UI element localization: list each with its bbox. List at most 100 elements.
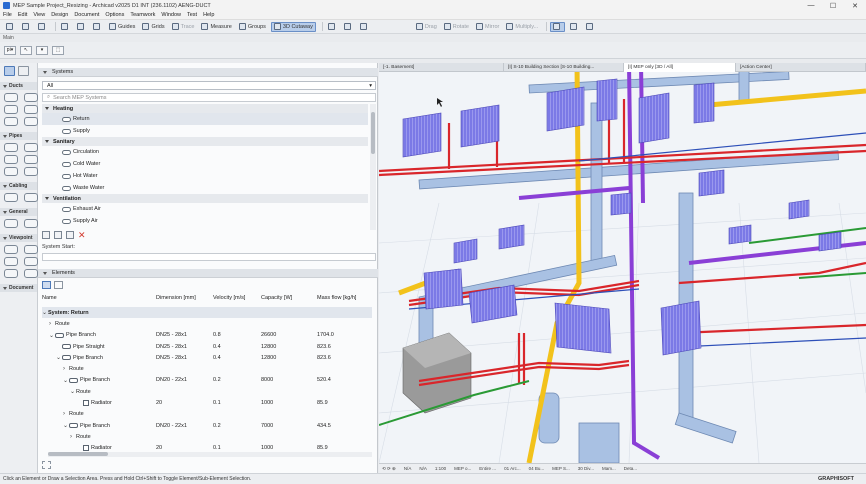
marquee-icon[interactable]: ⬚ (52, 45, 64, 55)
close-button[interactable]: ✕ (844, 0, 866, 11)
multiply-button[interactable]: Multiply... (504, 22, 540, 32)
table-row[interactable]: › Route (42, 431, 372, 442)
camera-icon[interactable] (4, 257, 18, 266)
duct-equipment-icon[interactable] (24, 117, 38, 126)
systems-filter-dropdown[interactable]: All ▾ (42, 81, 376, 90)
table-row[interactable]: › Route (42, 409, 372, 420)
pen-set-dropdown[interactable]: 01 Arc... (504, 466, 521, 471)
radiators[interactable] (402, 78, 842, 356)
duct-branch-icon[interactable] (4, 105, 18, 114)
ventilation-duct-riser[interactable] (590, 102, 603, 269)
menu-test[interactable]: Test (187, 12, 197, 18)
groups-button[interactable]: Groups (237, 22, 268, 32)
toolbox-section-pipes[interactable]: Pipes (0, 132, 37, 140)
pipe-fitting-icon[interactable] (24, 143, 38, 152)
menu-options[interactable]: Options (105, 12, 124, 18)
orbit-button[interactable] (326, 22, 339, 32)
tab-building-section[interactable]: [I] S-10 Building Section [S-10 Building… (504, 62, 624, 72)
pipe-inline-icon[interactable] (24, 155, 38, 164)
duct-terminal-icon[interactable] (4, 117, 18, 126)
edit-system-icon[interactable] (66, 231, 74, 239)
tab-basement[interactable]: [-1. Basement] (379, 62, 504, 72)
3d-viewport[interactable] (379, 63, 866, 463)
pipe-branch-icon[interactable] (4, 155, 18, 164)
duct-tool-icon[interactable] (4, 93, 18, 102)
menu-help[interactable]: Help (203, 12, 214, 18)
rotate-button[interactable]: Rotate (442, 22, 471, 32)
tab-action-center[interactable]: [Action Center] (736, 62, 866, 72)
toolbox-section-ducts[interactable]: Ducts (0, 82, 37, 90)
elements-panel-header[interactable]: Elements (38, 269, 378, 278)
marquee-tool-button[interactable] (18, 66, 29, 76)
system-item-supply-air[interactable]: Supply Air (42, 215, 368, 227)
system-item-hot-water[interactable]: Hot Water (42, 170, 368, 182)
maximize-button[interactable]: ☐ (822, 0, 844, 11)
routing-icon[interactable] (4, 219, 18, 228)
systems-panel-header[interactable]: Systems (38, 68, 378, 77)
system-item-return[interactable]: Return (42, 113, 368, 125)
toolbox-section-cabling[interactable]: Cabling (0, 182, 37, 190)
menu-view[interactable]: View (33, 12, 45, 18)
detail-dropdown[interactable]: Deta... (624, 466, 637, 471)
column-dimension[interactable]: Dimension [mm] (156, 295, 213, 301)
arrow-tool-button[interactable] (4, 66, 15, 76)
cable-tray-icon[interactable] (4, 193, 18, 202)
table-row[interactable]: ⌄ Pipe Branch DN25 - 28x1 0.8 26600 1704.0 (42, 330, 372, 341)
pick-up-button[interactable] (59, 22, 72, 32)
air-handling-unit[interactable] (402, 332, 472, 414)
pan-button[interactable] (358, 22, 371, 32)
minimize-button[interactable]: — (800, 0, 822, 11)
3d-cutaway-button[interactable]: 3D Cutaway (270, 21, 316, 32)
dimension-dropdown[interactable]: Mam... (602, 466, 616, 471)
mvo-dropdown[interactable]: 04 Bu... (529, 466, 545, 471)
nav-undo-zoom[interactable]: ⟲ ⟳ ⊕ (382, 466, 396, 472)
zoom-button[interactable] (342, 22, 355, 32)
system-start-field[interactable] (42, 253, 376, 261)
zoom-fit-icon[interactable] (42, 461, 51, 469)
render-button[interactable] (584, 22, 597, 32)
tree-view-icon[interactable] (42, 281, 51, 289)
pipe-terminal-icon[interactable] (4, 167, 18, 176)
table-row[interactable]: ⌄ Pipe Branch DN25 - 28x1 0.4 12800 823.6 (42, 352, 372, 363)
selection-options-dropdown[interactable]: ▾ (36, 45, 48, 55)
ventilation-box[interactable] (578, 422, 620, 463)
menu-document[interactable]: Document (74, 12, 99, 18)
table-row[interactable]: ⌄ Route (42, 386, 372, 397)
duct-fitting-icon[interactable] (24, 93, 38, 102)
list-view-icon[interactable] (54, 281, 63, 289)
scrollbar-thumb[interactable] (371, 112, 375, 154)
system-item-cold-water[interactable]: Cold Water (42, 158, 368, 170)
duct-transition-icon[interactable] (24, 105, 38, 114)
menu-file[interactable]: File (3, 12, 12, 18)
mep-dropdown[interactable]: MEP S... (552, 466, 570, 471)
system-group-heating[interactable]: Heating (42, 104, 368, 113)
toolbox-section-general[interactable]: General (0, 208, 37, 216)
toolbox-section-document[interactable]: Document (0, 284, 37, 292)
cable-fitting-icon[interactable] (24, 193, 38, 202)
guides-button[interactable]: Guides (107, 22, 137, 32)
menu-teamwork[interactable]: Teamwork (130, 12, 155, 18)
pipe-equipment-icon[interactable] (24, 167, 38, 176)
equipment-icon[interactable] (24, 219, 38, 228)
magic-wand-button[interactable] (91, 22, 104, 32)
table-row[interactable]: › Route (42, 363, 372, 374)
column-mass-flow[interactable]: Mass flow [kg/h] (317, 295, 372, 301)
delete-icon[interactable]: ✕ (78, 231, 86, 240)
system-group-sanitary[interactable]: Sanitary (42, 137, 368, 146)
trace-button[interactable]: Trace (170, 22, 197, 32)
detail-icon[interactable] (24, 257, 38, 266)
menu-design[interactable]: Design (51, 12, 68, 18)
selection-mode-button[interactable] (550, 21, 566, 32)
column-name[interactable]: Name (42, 295, 156, 301)
system-item-supply[interactable]: Supply (42, 125, 368, 137)
column-capacity[interactable]: Capacity [W] (261, 295, 317, 301)
table-row[interactable]: Pipe Straight DN25 - 28x1 0.4 12800 823.6 (42, 341, 372, 352)
table-row[interactable]: ⌄ Pipe Branch DN20 - 22x1 0.2 7000 434.5 (42, 420, 372, 431)
table-row[interactable]: Radiator 20 0.1 1000 85.9 (42, 397, 372, 408)
mirror-button[interactable]: Mirror (474, 22, 501, 32)
duplicate-system-icon[interactable] (54, 231, 62, 239)
undo-button[interactable] (20, 22, 33, 32)
arrow-tool-icon[interactable]: ↖ (20, 45, 32, 55)
tab-mep-only-3d[interactable]: [I] MEP only [3D / All] (624, 62, 736, 72)
table-row[interactable]: ⌄ Pipe Branch DN20 - 22x1 0.2 8000 520.4 (42, 375, 372, 386)
